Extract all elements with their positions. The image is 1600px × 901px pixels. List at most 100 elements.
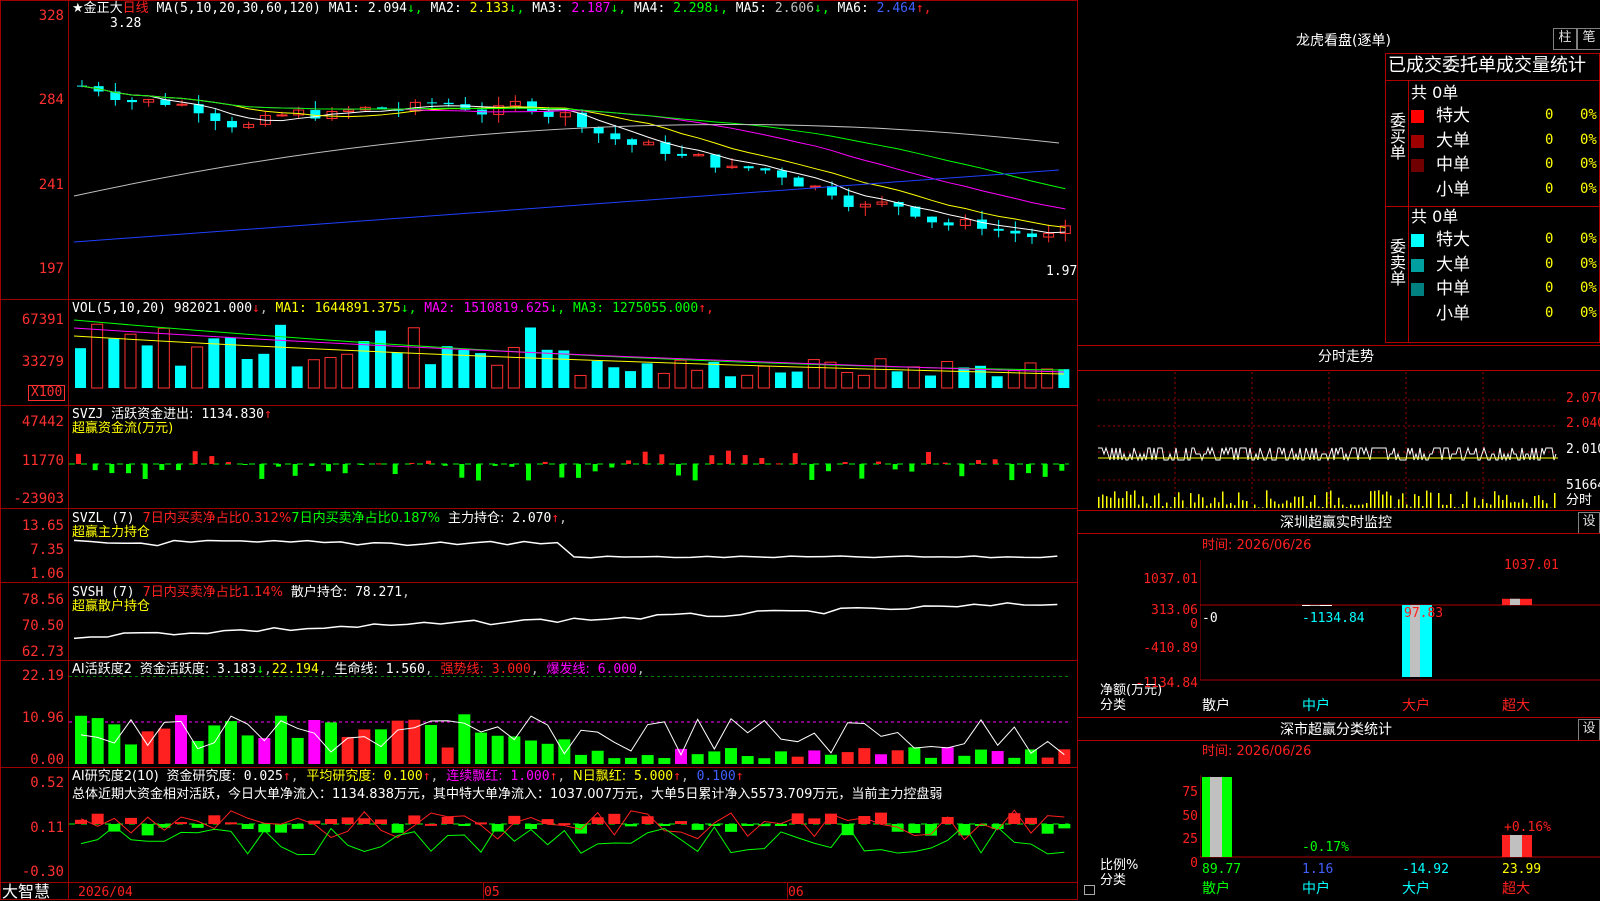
unit-badge: X100 — [28, 385, 65, 401]
sz-class-chart[interactable] — [1200, 775, 1600, 900]
intraday-vol — [1542, 500, 1544, 508]
sz-class-settings-button[interactable]: 设 — [1578, 719, 1600, 741]
net-bar-label: -0 — [1202, 611, 1218, 626]
intraday-vol — [1302, 496, 1304, 508]
svzj-y-label: 11770 — [0, 453, 64, 469]
intraday-vol — [1154, 495, 1156, 508]
intraday-vol — [1414, 494, 1416, 508]
inflow-bar — [209, 456, 214, 464]
research-up — [442, 817, 454, 824]
stats-title: 已成交委托单成交量统计 — [1388, 56, 1586, 76]
research-down — [242, 824, 254, 829]
vol-bar-up — [842, 372, 853, 388]
period-label[interactable]: 日线 — [123, 1, 149, 16]
activity-chart[interactable] — [69, 676, 1077, 766]
candlestick-chart[interactable] — [69, 18, 1077, 298]
intraday-vol — [1454, 507, 1456, 508]
vol-bar-up — [92, 324, 103, 388]
intraday-vol — [1318, 507, 1320, 508]
vol-bar-up — [408, 328, 419, 388]
main-holding-chart[interactable] — [69, 530, 1077, 580]
sell-side-label: 委卖单 — [1388, 238, 1406, 286]
outflow-bar — [159, 464, 164, 470]
tick-mode-button[interactable]: 笔 — [1577, 28, 1600, 50]
activity-bar — [1025, 749, 1037, 764]
intraday-vol — [1118, 498, 1120, 508]
net-bar-label: -1134.84 — [1302, 611, 1365, 626]
intraday-vol — [1258, 507, 1260, 508]
intraday-chart[interactable] — [1098, 372, 1558, 508]
outflow-bar — [293, 464, 298, 476]
activity-bar — [608, 758, 620, 764]
order-percent: 0% — [1580, 281, 1597, 296]
candle-down — [127, 100, 137, 102]
intraday-vol — [1182, 500, 1184, 508]
vol-bar-down — [175, 366, 186, 388]
intraday-vol — [1390, 495, 1392, 508]
vol-bar-up — [825, 362, 836, 388]
intraday-vol — [1526, 503, 1528, 508]
ma-arrow: ↑, — [916, 1, 932, 16]
intraday-vol — [1110, 498, 1112, 508]
sz-class-y-label: 0 — [1150, 856, 1198, 871]
legend-swatch — [1411, 135, 1424, 148]
szc-top-label: +0.16% — [1504, 820, 1551, 835]
intraday-vol — [1194, 502, 1196, 508]
vol-bar-down — [725, 376, 736, 388]
order-size-label: 特大 — [1436, 230, 1470, 250]
sell-total: 共 0单 — [1411, 208, 1458, 226]
intraday-vol — [1398, 499, 1400, 508]
ratio-value: 89.77 — [1202, 862, 1241, 877]
sz-monitor-chart[interactable] — [1200, 560, 1600, 705]
inflow-bar — [759, 458, 764, 464]
intraday-vol — [1546, 503, 1548, 508]
stock-name[interactable]: ★金正大 — [72, 1, 123, 16]
ma-value: 2.094 — [368, 1, 407, 16]
retail-holding-chart[interactable] — [69, 596, 1077, 658]
date-label: 2026/04 — [78, 885, 133, 900]
intraday-vol — [1146, 503, 1148, 508]
outflow-bar — [809, 464, 814, 480]
ai2-l2: 平均研究度: — [306, 769, 375, 784]
intraday-vol — [1102, 495, 1104, 508]
intraday-vol — [1510, 502, 1512, 508]
ma-arrow: ↓, — [407, 1, 430, 16]
intraday-vol — [1214, 498, 1216, 508]
szc-sep — [1078, 717, 1600, 718]
intraday-y: 2.070 — [1566, 391, 1600, 406]
activity-bar — [292, 738, 304, 764]
research-chart[interactable] — [69, 800, 1077, 880]
inflow-bar — [843, 462, 848, 464]
research-up — [808, 818, 820, 824]
outflow-bar — [1043, 464, 1048, 477]
ai1-arrow: ↓ — [256, 662, 264, 677]
activity-bar — [158, 729, 170, 764]
outflow-bar — [276, 464, 281, 467]
tick — [483, 882, 484, 900]
fund-flow-chart[interactable] — [69, 430, 1077, 506]
activity-bar — [592, 751, 604, 764]
inflow-bar — [543, 462, 548, 464]
divider-svzj — [0, 405, 1078, 406]
research-up — [675, 821, 687, 824]
volume-chart[interactable] — [69, 314, 1077, 404]
order-size-label: 大单 — [1436, 131, 1470, 151]
stats-col-sep — [1408, 80, 1409, 343]
activity-bar — [542, 744, 554, 764]
intraday-y: 2.040 — [1566, 416, 1600, 431]
category-label: 中户 — [1302, 699, 1330, 714]
intraday-vol — [1130, 495, 1132, 508]
outflow-bar — [959, 464, 964, 476]
ai1-v4: 3.000 — [492, 662, 531, 677]
intraday-vol — [1334, 505, 1336, 508]
legend-swatch — [1411, 184, 1424, 197]
inflow-bar — [226, 462, 231, 464]
sz-monitor-settings-button[interactable]: 设 — [1578, 512, 1600, 534]
vol-bar-down — [375, 331, 386, 388]
research-down — [742, 824, 754, 826]
order-count: 0 — [1545, 257, 1553, 272]
ma60-line — [74, 124, 1059, 196]
intraday-vol — [1166, 503, 1168, 508]
bar-mode-button[interactable]: 柱 — [1553, 28, 1577, 50]
legend-swatch — [1411, 234, 1424, 247]
